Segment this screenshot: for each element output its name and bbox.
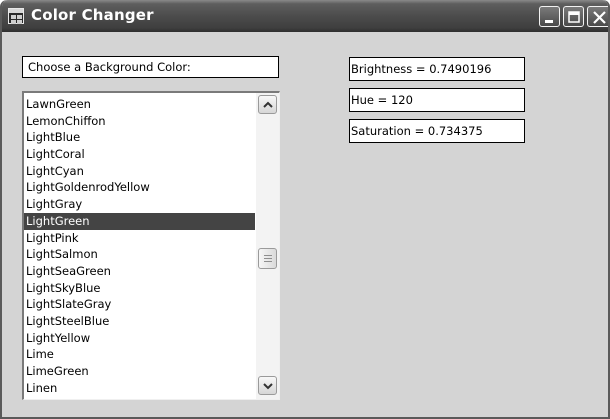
color-listbox[interactable]: LawnGreen LemonChiffon LightBlue LightCoral… [22, 91, 280, 400]
minimize-button[interactable] [539, 6, 560, 27]
color-list-items: LawnGreen LemonChiffon LightBlue LightCoral… [24, 96, 255, 396]
color-list-item[interactable]: LightSkyBlue [24, 280, 255, 297]
color-list-item[interactable]: LemonChiffon [24, 113, 255, 130]
scroll-thumb[interactable] [258, 248, 277, 269]
color-list-item[interactable]: LightGray [24, 196, 255, 213]
window-title: Color Changer [31, 6, 154, 24]
chevron-down-icon [263, 383, 273, 390]
minimize-icon [545, 20, 553, 23]
color-list-item[interactable]: LightBlue [24, 129, 255, 146]
color-list-item[interactable]: LimeGreen [24, 363, 255, 380]
hue-label: Hue = 120 [349, 88, 525, 112]
client-area: Choose a Background Color: LawnGreen Lemo… [2, 32, 608, 417]
color-list-item[interactable]: LightSlateGray [24, 296, 255, 313]
choose-color-label: Choose a Background Color: [22, 56, 279, 78]
color-list-item[interactable]: Lime [24, 346, 255, 363]
window-app-icon[interactable] [8, 8, 24, 24]
color-list-item[interactable]: LightSeaGreen [24, 263, 255, 280]
close-button[interactable] [587, 6, 608, 27]
chevron-up-icon [263, 101, 273, 108]
color-list-item[interactable]: LightSalmon [24, 246, 255, 263]
color-list-item[interactable]: LightYellow [24, 330, 255, 347]
maximize-button[interactable] [563, 6, 584, 27]
close-icon [593, 11, 606, 24]
title-bar[interactable]: Color Changer [2, 0, 608, 32]
color-list-item[interactable]: LightPink [24, 230, 255, 247]
color-list-item[interactable]: LawnGreen [24, 96, 255, 113]
color-list-item[interactable]: LightCoral [24, 146, 255, 163]
color-list-item[interactable]: LightGoldenrodYellow [24, 179, 255, 196]
brightness-label: Brightness = 0.7490196 [349, 57, 525, 81]
color-list-item[interactable]: LightSteelBlue [24, 313, 255, 330]
color-list-item[interactable]: LightGreen [24, 212, 255, 230]
color-changer-window: Color Changer Choose a Background Color:… [0, 0, 610, 419]
vertical-scrollbar[interactable] [256, 93, 279, 399]
color-list-item[interactable]: Linen [24, 380, 255, 397]
color-list-item[interactable]: LightCyan [24, 163, 255, 180]
saturation-label: Saturation = 0.734375 [349, 119, 525, 143]
scroll-down-button[interactable] [258, 376, 277, 395]
maximize-icon [568, 11, 580, 23]
scroll-up-button[interactable] [258, 95, 277, 114]
